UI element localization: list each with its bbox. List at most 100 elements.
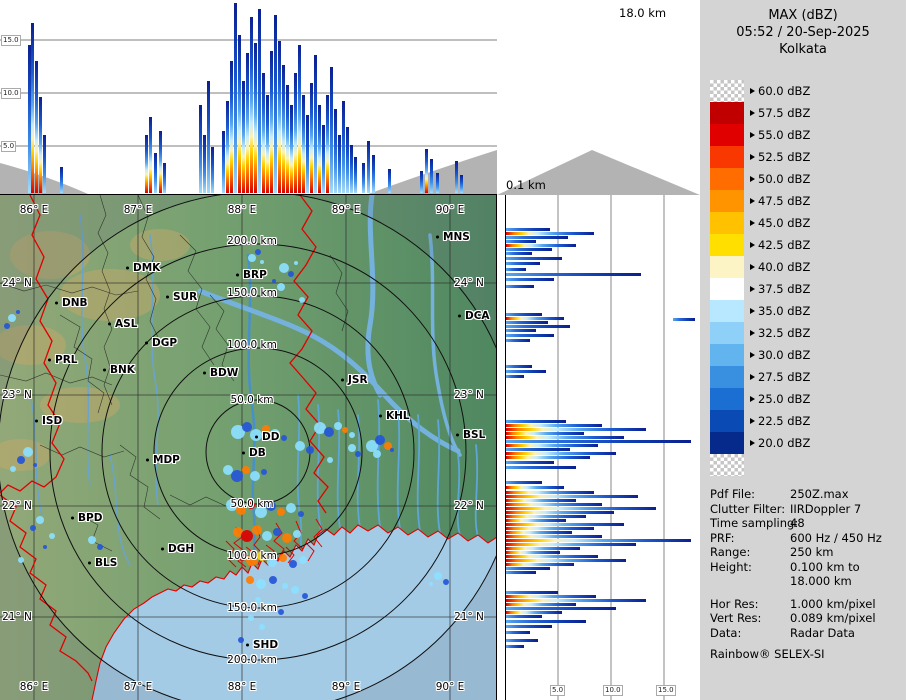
station-label: DCA — [465, 310, 490, 322]
station-label: BRP — [243, 269, 267, 281]
legend-panel: MAX (dBZ) 05:52 / 20-Sep-2025 Kolkata 60… — [700, 0, 906, 700]
scale-value-label: 22.5 dBZ — [758, 414, 811, 428]
software-credit: Rainbow® SELEX-SI — [710, 647, 825, 661]
scale-value-label: 42.5 dBZ — [758, 238, 811, 252]
threshold-arrow-icon — [750, 154, 755, 160]
station-dot-icon — [161, 547, 164, 551]
station-dot-icon — [126, 266, 129, 270]
latitude-label: 21° N — [2, 611, 32, 623]
product-datetime: 05:52 / 20-Sep-2025 — [736, 25, 870, 40]
station-marker: DD — [255, 431, 279, 443]
station-label: BSL — [463, 429, 486, 441]
longitude-label: 88° E — [227, 681, 257, 693]
station-dot-icon — [145, 341, 148, 345]
legend-infoblock: Pdf File: 250Z.max Clutter Filter: IIRDoppl… — [710, 487, 900, 661]
threshold-arrow-icon — [750, 198, 755, 204]
station-dot-icon — [255, 435, 258, 439]
legend-scale-row: 25.0 dBZ — [710, 388, 810, 410]
legend-scale-row: 30.0 dBZ — [710, 344, 810, 366]
range-ring-label: 150.0 km — [227, 287, 277, 299]
range-ring-label: 100.0 km — [227, 550, 277, 562]
latitude-label: 24° N — [2, 277, 32, 289]
longitude-label: 87° E — [123, 681, 153, 693]
station-dot-icon — [341, 378, 344, 382]
station-label: ISD — [42, 415, 63, 427]
station-label: DB — [249, 447, 266, 459]
station-marker: MNS — [436, 231, 470, 243]
top-profile-bars — [28, 3, 463, 193]
legend-color-swatch — [710, 366, 744, 388]
legend-color-swatch — [710, 234, 744, 256]
legend-info-row: Pdf File: 250Z.max — [710, 487, 900, 502]
scale-value-label: 55.0 dBZ — [758, 128, 811, 142]
info-value: 0.089 km/pixel — [790, 611, 876, 625]
legend-info: Pdf File: 250Z.max Clutter Filter: IIRDoppl… — [710, 487, 900, 640]
station-marker: MDP — [146, 454, 180, 466]
station-marker: BPD — [71, 512, 102, 524]
legend-color-swatch — [710, 256, 744, 278]
legend-info-row: Clutter Filter: IIRDoppler 7 — [710, 502, 900, 517]
station-marker: JSR — [341, 374, 368, 386]
legend-scale-row: 47.5 dBZ — [710, 190, 810, 212]
legend-color-swatch — [710, 102, 744, 124]
range-ring-label: 150.0 km — [227, 602, 277, 614]
right-profile-chart — [506, 195, 695, 700]
station-marker: BNK — [103, 364, 135, 376]
legend-color-swatch — [710, 322, 744, 344]
scale-value-label: 25.0 dBZ — [758, 392, 811, 406]
station-label: SUR — [173, 291, 198, 303]
station-dot-icon — [436, 235, 439, 239]
station-marker: BRP — [236, 269, 267, 281]
station-label: KHL — [386, 410, 410, 422]
legend-color-swatch — [710, 410, 744, 432]
max-height-label: 18.0 km — [619, 6, 667, 20]
legend-scale-row: 37.5 dBZ — [710, 278, 810, 300]
legend-scale-row: 45.0 dBZ — [710, 212, 810, 234]
legend-scale-row — [710, 454, 810, 476]
legend-color-swatch — [710, 278, 744, 300]
radar-map-panel: 86° E 86° E 87° E 87° E 88° E 88° E 89° E 89° E… — [0, 195, 497, 700]
range-ring-label: 50.0 km — [230, 498, 274, 510]
height-tick-label: 15.0 — [1, 35, 21, 46]
longitude-label: 90° E — [435, 681, 465, 693]
range-ring-label: 100.0 km — [227, 339, 277, 351]
scale-value-label: 50.0 dBZ — [758, 172, 811, 186]
min-height-label: 0.1 km — [506, 178, 546, 192]
threshold-arrow-icon — [750, 418, 755, 424]
info-value: 1.000 km/pixel — [790, 596, 876, 611]
product-title: MAX (dBZ) — [768, 8, 838, 23]
threshold-arrow-icon — [750, 176, 755, 182]
legend-color-swatch — [710, 388, 744, 410]
station-marker: PRL — [48, 354, 77, 366]
legend-info-row: Vert Res: 0.089 km/pixel — [710, 611, 900, 626]
station-label: DGH — [168, 543, 195, 555]
legend-color-swatch — [710, 212, 744, 234]
radar-site-name: Kolkata — [779, 42, 827, 57]
legend-info-row: Data: Radar Data — [710, 626, 900, 641]
scale-value-label: 32.5 dBZ — [758, 326, 811, 340]
threshold-arrow-icon — [750, 352, 755, 358]
threshold-arrow-icon — [750, 396, 755, 402]
station-dot-icon — [236, 273, 239, 277]
station-dot-icon — [55, 301, 58, 305]
longitude-label: 86° E — [19, 681, 49, 693]
scale-value-label: 60.0 dBZ — [758, 84, 811, 98]
info-key: Pdf File: — [710, 487, 756, 501]
station-label: MDP — [153, 454, 180, 466]
info-value: Radar Data — [790, 625, 855, 640]
info-key: Hor Res: — [710, 596, 759, 611]
threshold-arrow-icon — [750, 264, 755, 270]
legend-info-row: Time sampling: 48 — [710, 516, 900, 531]
legend-color-swatch — [710, 124, 744, 146]
height-tick-label: 10.0 — [1, 88, 21, 99]
legend-color-swatch — [710, 432, 744, 454]
station-dot-icon — [48, 358, 51, 362]
legend-info-row: Range: 250 km — [710, 545, 900, 560]
station-marker: DNB — [55, 297, 88, 309]
legend-scale-row: 57.5 dBZ — [710, 102, 810, 124]
legend-scale-row: 27.5 dBZ — [710, 366, 810, 388]
scale-value-label: 35.0 dBZ — [758, 304, 811, 318]
threshold-arrow-icon — [750, 132, 755, 138]
station-marker: DMK — [126, 262, 160, 274]
station-marker: ISD — [35, 415, 63, 427]
